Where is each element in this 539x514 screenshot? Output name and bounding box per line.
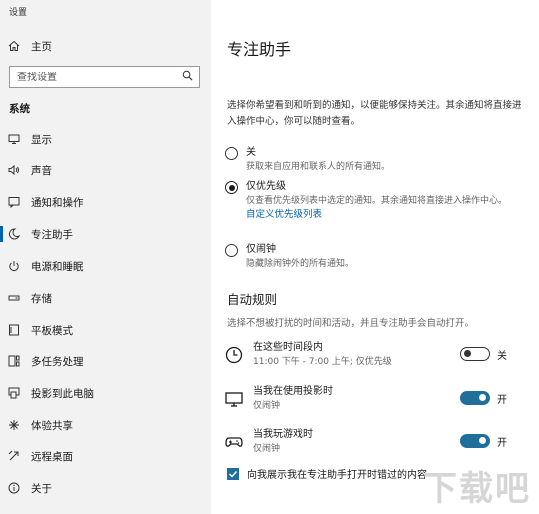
- option-alarms-only[interactable]: 仅闹钟 隐藏除闹钟外的所有通知。: [225, 243, 516, 271]
- sidebar-item-label: 远程桌面: [31, 450, 73, 463]
- main-content: 专注助手 选择你希望看到和听到的通知，以便能够保持关注。其余通知将直接进入操作中…: [211, 0, 539, 514]
- notification-icon: [8, 196, 20, 208]
- window-title: 设置: [9, 8, 28, 18]
- sidebar-item-label: 专注助手: [31, 228, 73, 241]
- tablet-icon: [8, 324, 20, 336]
- rule-title: 当我玩游戏时: [253, 429, 313, 440]
- moon-icon: [8, 228, 20, 240]
- page-title: 专注助手: [227, 40, 292, 59]
- sidebar-item-label: 体验共享: [31, 419, 73, 432]
- rule-time-period[interactable]: 在这些时间段内 11:00 下午 - 7:00 上午; 仅优先级 关: [225, 341, 529, 377]
- sidebar-item-label: 投影到此电脑: [31, 387, 94, 400]
- toggle-state-label: 开: [497, 395, 507, 406]
- sidebar-item-label: 关于: [31, 482, 52, 495]
- sidebar-item-label: 显示: [31, 133, 52, 146]
- radio-button[interactable]: [225, 147, 238, 160]
- sidebar-item-label: 声音: [31, 164, 52, 177]
- rule-title: 当我在使用投影时: [253, 386, 333, 397]
- sidebar-item-shared-experiences[interactable]: 体验共享: [0, 413, 211, 437]
- sidebar-item-storage[interactable]: 存储: [0, 286, 211, 310]
- remote-icon: [8, 450, 20, 462]
- display-icon: [8, 133, 20, 145]
- monitor-icon: [225, 390, 243, 408]
- rule-description: 仅闹钟: [253, 401, 281, 411]
- sidebar-item-remote-desktop[interactable]: 远程桌面: [0, 444, 211, 468]
- rule-toggle[interactable]: [460, 391, 490, 405]
- rule-gaming[interactable]: 当我玩游戏时 仅闹钟 开: [225, 428, 529, 464]
- checkbox[interactable]: [227, 467, 239, 480]
- project-icon: [8, 387, 20, 399]
- auto-rules-subtitle: 选择不想被打扰的时间和活动，并且专注助手会自动打开。: [227, 318, 475, 329]
- sidebar-item-label: 平板模式: [31, 324, 73, 337]
- sidebar: 设置 主页 系统 显示 声音 通知和操作 专注助手: [0, 0, 211, 514]
- multitask-icon: [8, 355, 20, 367]
- option-title: 仅优先级: [246, 181, 286, 192]
- rule-description: 11:00 下午 - 7:00 上午; 仅优先级: [253, 357, 392, 367]
- info-icon: [8, 482, 20, 494]
- sidebar-item-label: 多任务处理: [31, 355, 84, 368]
- toggle-state-label: 开: [497, 438, 507, 449]
- option-priority-only[interactable]: 仅优先级 仅查看优先级列表中选定的通知。其余通知将直接进入操作中心。 自定义优先…: [225, 180, 516, 222]
- option-title: 关: [246, 147, 256, 158]
- search-input[interactable]: [17, 71, 167, 83]
- storage-icon: [8, 292, 20, 304]
- sidebar-item-about[interactable]: 关于: [0, 476, 211, 500]
- speaker-icon: [8, 164, 20, 176]
- sidebar-item-label: 通知和操作: [31, 196, 84, 209]
- search-box[interactable]: [9, 66, 200, 88]
- rule-projecting[interactable]: 当我在使用投影时 仅闹钟 开: [225, 385, 529, 421]
- checkmark-icon: [229, 470, 238, 478]
- gamepad-icon: [225, 433, 243, 451]
- option-description: 仅查看优先级列表中选定的通知。其余通知将直接进入操作中心。: [246, 196, 508, 206]
- rule-toggle[interactable]: [460, 434, 490, 448]
- sidebar-item-multitasking[interactable]: 多任务处理: [0, 349, 211, 373]
- rule-description: 仅闹钟: [253, 444, 281, 454]
- customize-priority-link[interactable]: 自定义优先级列表: [246, 208, 516, 222]
- intro-text: 选择你希望看到和听到的通知，以便能够保持关注。其余通知将直接进入操作中心，你可以…: [227, 100, 522, 127]
- toggle-state-label: 关: [497, 351, 507, 362]
- sidebar-item-home[interactable]: 主页: [0, 34, 211, 58]
- rule-title: 在这些时间段内: [253, 342, 323, 353]
- section-label: 系统: [9, 103, 30, 115]
- sidebar-item-display[interactable]: 显示: [0, 127, 211, 151]
- option-description: 隐藏除闹钟外的所有通知。: [246, 259, 355, 269]
- share-icon: [8, 419, 20, 431]
- radio-button[interactable]: [225, 181, 238, 194]
- sidebar-item-label: 存储: [31, 292, 52, 305]
- summary-checkbox-row[interactable]: 向我展示我在专注助手打开时错过的内容: [227, 466, 427, 481]
- sidebar-item-power[interactable]: 电源和睡眠: [0, 254, 211, 278]
- option-off[interactable]: 关 获取来自应用和联系人的所有通知。: [225, 146, 516, 174]
- sidebar-item-notifications[interactable]: 通知和操作: [0, 190, 211, 214]
- rule-toggle[interactable]: [460, 347, 490, 361]
- clock-icon: [225, 346, 243, 364]
- watermark: 下载吧: [423, 469, 531, 509]
- sidebar-item-label: 电源和睡眠: [31, 260, 84, 273]
- search-icon[interactable]: [182, 70, 193, 84]
- sidebar-item-sound[interactable]: 声音: [0, 158, 211, 182]
- checkbox-label: 向我展示我在专注助手打开时错过的内容: [247, 470, 427, 481]
- option-description: 获取来自应用和联系人的所有通知。: [246, 162, 391, 172]
- home-icon: [8, 40, 20, 52]
- option-title: 仅闹钟: [246, 244, 276, 255]
- power-icon: [8, 260, 20, 272]
- auto-rules-heading: 自动规则: [227, 292, 278, 307]
- sidebar-item-project[interactable]: 投影到此电脑: [0, 381, 211, 405]
- sidebar-item-tablet[interactable]: 平板模式: [0, 318, 211, 342]
- radio-button[interactable]: [225, 244, 238, 257]
- sidebar-item-focus-assist[interactable]: 专注助手: [0, 222, 211, 246]
- sidebar-item-label: 主页: [31, 40, 52, 53]
